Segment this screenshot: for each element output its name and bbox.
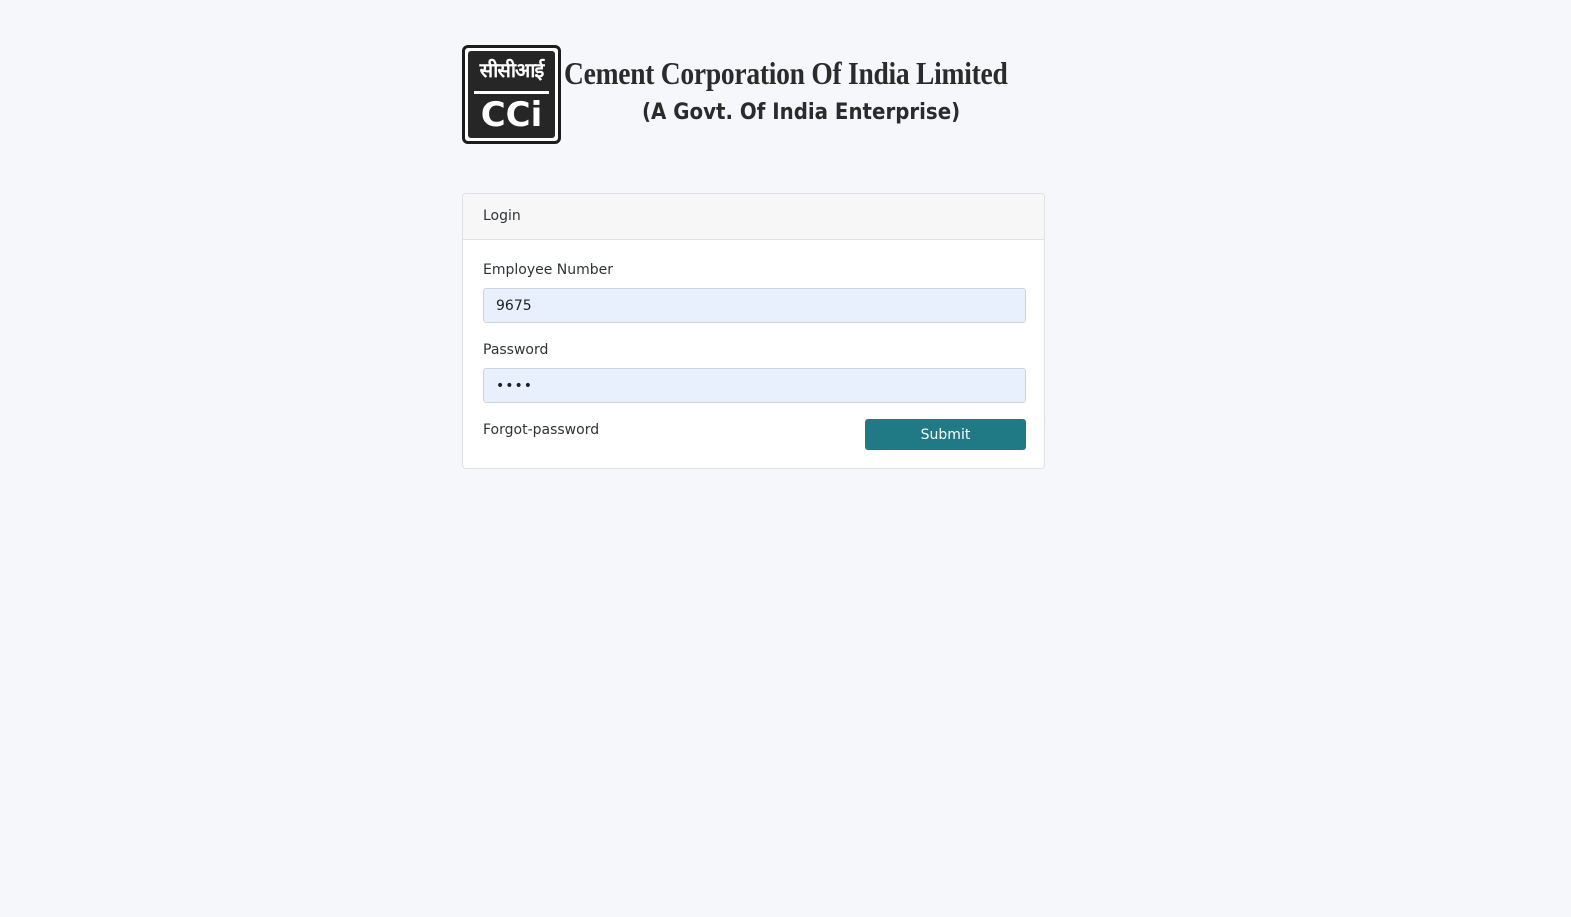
emblem-abbreviation: CCi — [480, 95, 543, 135]
emblem-badge: सीसीआई CCi — [468, 51, 555, 138]
submit-button[interactable]: Submit — [865, 419, 1026, 450]
employee-number-label: Employee Number — [483, 262, 614, 278]
company-logo: सीसीआई CCi Cement Corporation Of India L… — [462, 45, 1022, 147]
login-page: सीसीआई CCi Cement Corporation Of India L… — [0, 0, 1571, 917]
company-subtitle: (A Govt. Of India Enterprise) — [642, 100, 961, 125]
cci-emblem: सीसीआई CCi — [462, 45, 561, 144]
forgot-password-link[interactable]: Forgot-password — [483, 422, 599, 438]
company-name: Cement Corporation Of India Limited — [564, 55, 1008, 91]
employee-number-input[interactable] — [483, 288, 1026, 323]
password-input[interactable] — [483, 368, 1026, 403]
password-label: Password — [483, 342, 549, 358]
login-card-header: Login — [463, 194, 1044, 240]
emblem-divider — [474, 91, 549, 94]
login-card: Login Employee Number Password Forgot-pa… — [462, 193, 1045, 469]
emblem-hindi-text: सीसीआई — [479, 58, 545, 82]
